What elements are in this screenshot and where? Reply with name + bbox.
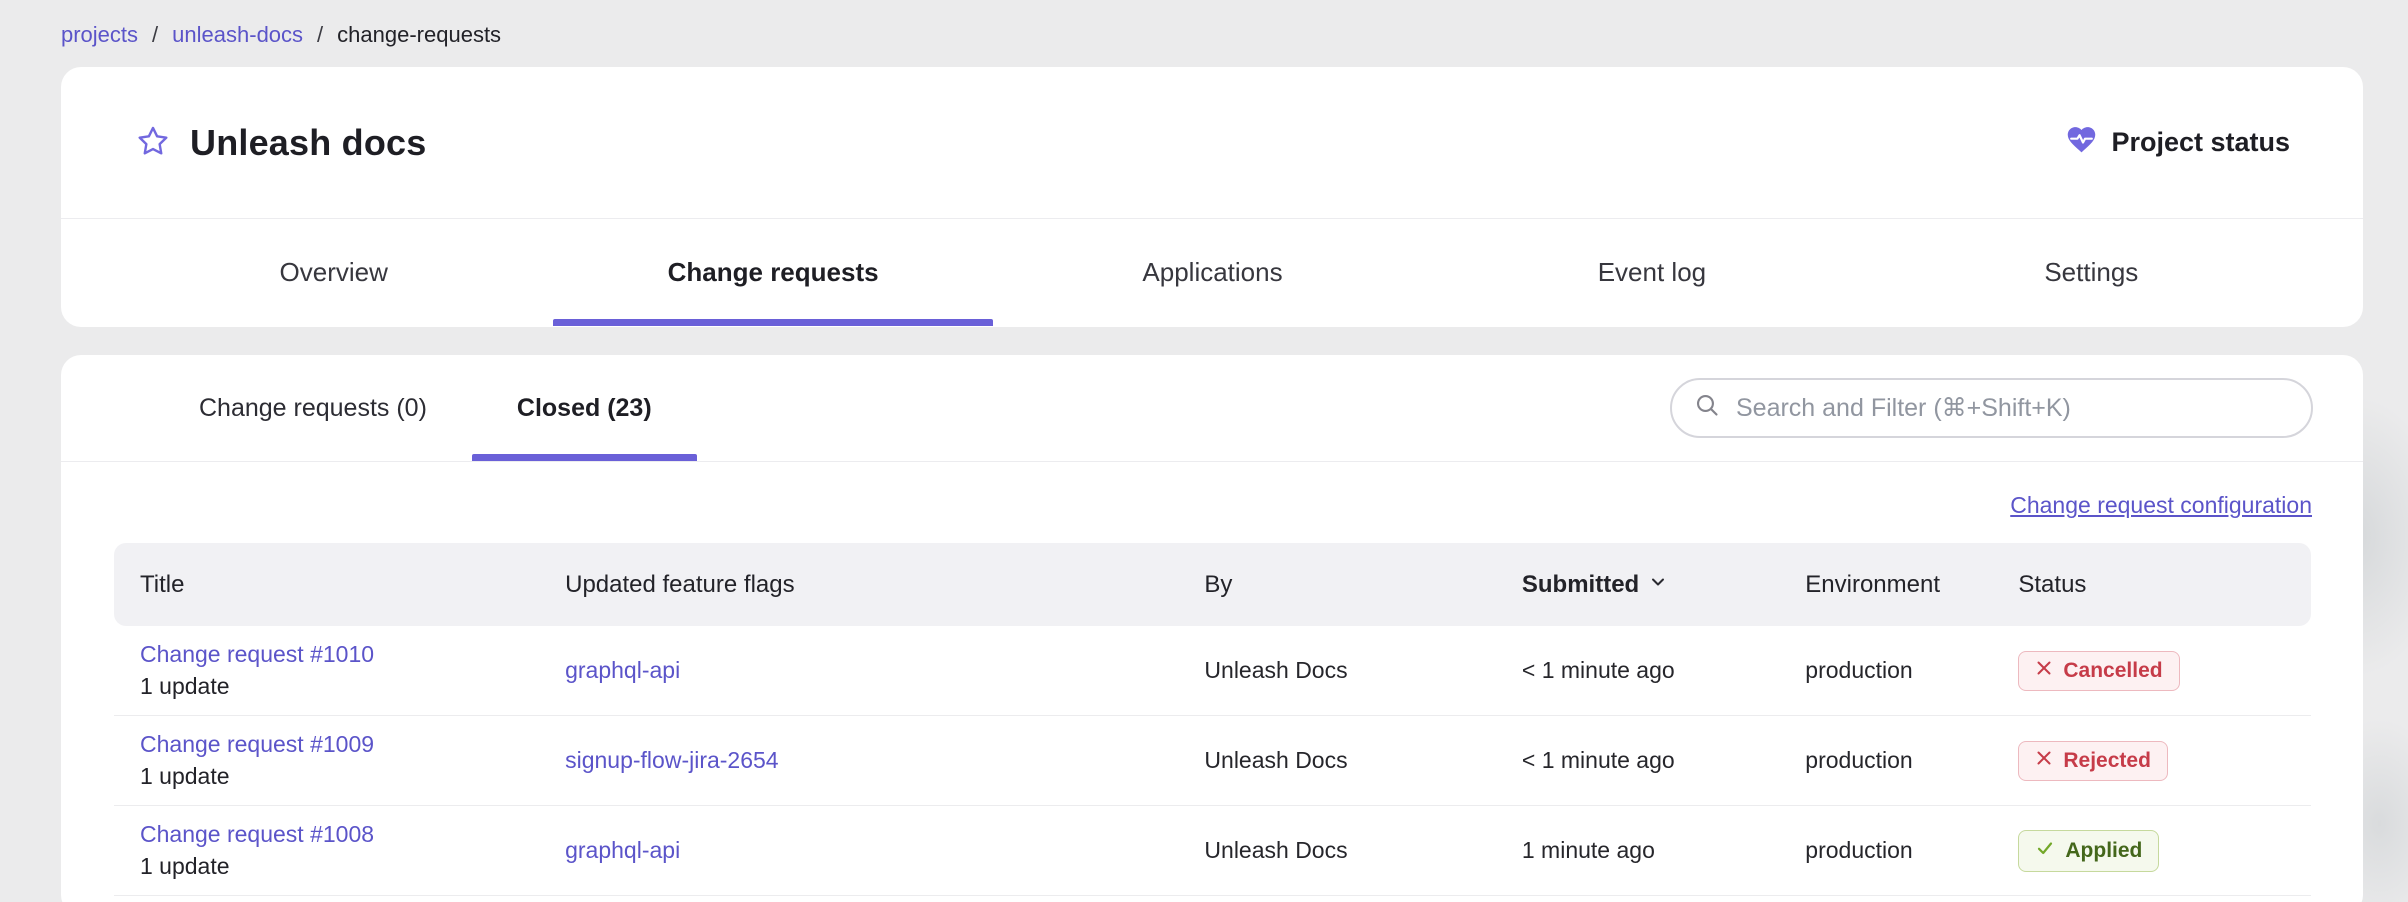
feature-flag-link[interactable]: signup-flow-jira-2654 <box>565 747 779 773</box>
subtab-closed[interactable]: Closed (23) <box>472 355 697 461</box>
subtab-label: Change requests (0) <box>199 394 427 423</box>
change-requests-card: Change requests (0) Closed (23) Change r… <box>61 355 2363 902</box>
submitted-time: < 1 minute ago <box>1496 747 1779 774</box>
cross-icon <box>2035 659 2053 683</box>
table-row: Change request #1009 1 update signup-flo… <box>114 716 2311 806</box>
chevron-down-icon <box>1648 571 1668 599</box>
project-header-card: Unleash docs Project status Overview Cha… <box>61 67 2363 327</box>
project-status-button[interactable]: Project status <box>2065 123 2290 163</box>
column-header-title[interactable]: Title <box>114 571 539 599</box>
status-badge: Rejected <box>2018 741 2168 781</box>
config-row: Change request configuration <box>61 462 2363 519</box>
favorite-star-button[interactable] <box>133 123 173 163</box>
subtab-open-change-requests[interactable]: Change requests (0) <box>154 355 472 461</box>
environment: production <box>1779 747 1992 774</box>
tab-overview[interactable]: Overview <box>114 219 553 326</box>
status-label: Applied <box>2065 839 2142 863</box>
star-icon <box>136 124 170 161</box>
environment: production <box>1779 657 1992 684</box>
status-label: Rejected <box>2063 749 2151 773</box>
breadcrumb: projects / unleash-docs / change-request… <box>0 0 2408 48</box>
environment: production <box>1779 837 1992 864</box>
tab-label: Applications <box>1142 257 1282 288</box>
submitted-by: Unleash Docs <box>1178 747 1495 774</box>
search-box[interactable] <box>1670 378 2313 438</box>
column-header-label: Submitted <box>1522 571 1639 599</box>
column-header-status[interactable]: Status <box>1992 571 2311 599</box>
submitted-by: Unleash Docs <box>1178 657 1495 684</box>
change-request-configuration-link[interactable]: Change request configuration <box>2010 492 2312 519</box>
tab-applications[interactable]: Applications <box>993 219 1432 326</box>
table-row: Change request #1010 1 update graphql-ap… <box>114 626 2311 716</box>
search-input[interactable] <box>1736 394 2289 423</box>
change-request-link[interactable]: Change request #1009 <box>140 731 539 758</box>
search-icon <box>1694 392 1721 424</box>
status-badge: Applied <box>2018 830 2159 872</box>
feature-flag-link[interactable]: graphql-api <box>565 837 680 863</box>
change-request-subtabs: Change requests (0) Closed (23) <box>154 355 697 461</box>
tab-settings[interactable]: Settings <box>1872 219 2311 326</box>
change-request-link[interactable]: Change request #1010 <box>140 641 539 668</box>
table-header: Title Updated feature flags By Submitted… <box>114 543 2311 626</box>
submitted-by: Unleash Docs <box>1178 837 1495 864</box>
column-header-by[interactable]: By <box>1178 571 1495 599</box>
change-requests-table: Title Updated feature flags By Submitted… <box>114 543 2311 896</box>
breadcrumb-current: change-requests <box>337 22 501 48</box>
tab-event-log[interactable]: Event log <box>1432 219 1871 326</box>
status-label: Cancelled <box>2063 659 2162 683</box>
tab-label: Overview <box>280 257 388 288</box>
update-count: 1 update <box>140 853 539 880</box>
tab-label: Settings <box>2044 257 2138 288</box>
tab-label: Event log <box>1598 257 1706 288</box>
submitted-time: < 1 minute ago <box>1496 657 1779 684</box>
page: projects / unleash-docs / change-request… <box>0 0 2408 902</box>
subtab-label: Closed (23) <box>517 394 652 423</box>
page-title: Unleash docs <box>190 122 426 164</box>
breadcrumb-separator: / <box>317 22 323 48</box>
breadcrumb-link-unleash-docs[interactable]: unleash-docs <box>172 22 303 48</box>
status-badge: Cancelled <box>2018 651 2179 691</box>
project-title-row: Unleash docs Project status <box>61 67 2363 219</box>
column-header-submitted[interactable]: Submitted <box>1496 571 1779 599</box>
tab-change-requests[interactable]: Change requests <box>553 219 992 326</box>
column-header-environment[interactable]: Environment <box>1779 571 1992 599</box>
check-icon <box>2035 838 2055 864</box>
subtabs-row: Change requests (0) Closed (23) <box>61 355 2363 462</box>
heart-pulse-icon <box>2065 123 2098 163</box>
feature-flag-link[interactable]: graphql-api <box>565 657 680 683</box>
update-count: 1 update <box>140 763 539 790</box>
breadcrumb-separator: / <box>152 22 158 48</box>
submitted-time: 1 minute ago <box>1496 837 1779 864</box>
main-tabs: Overview Change requests Applications Ev… <box>114 219 2311 326</box>
cross-icon <box>2035 749 2053 773</box>
tab-label: Change requests <box>668 257 879 288</box>
column-header-updated-feature-flags[interactable]: Updated feature flags <box>539 571 1178 599</box>
change-request-link[interactable]: Change request #1008 <box>140 821 539 848</box>
project-status-label: Project status <box>2111 127 2290 158</box>
update-count: 1 update <box>140 673 539 700</box>
breadcrumb-link-projects[interactable]: projects <box>61 22 138 48</box>
table-row: Change request #1008 1 update graphql-ap… <box>114 806 2311 896</box>
